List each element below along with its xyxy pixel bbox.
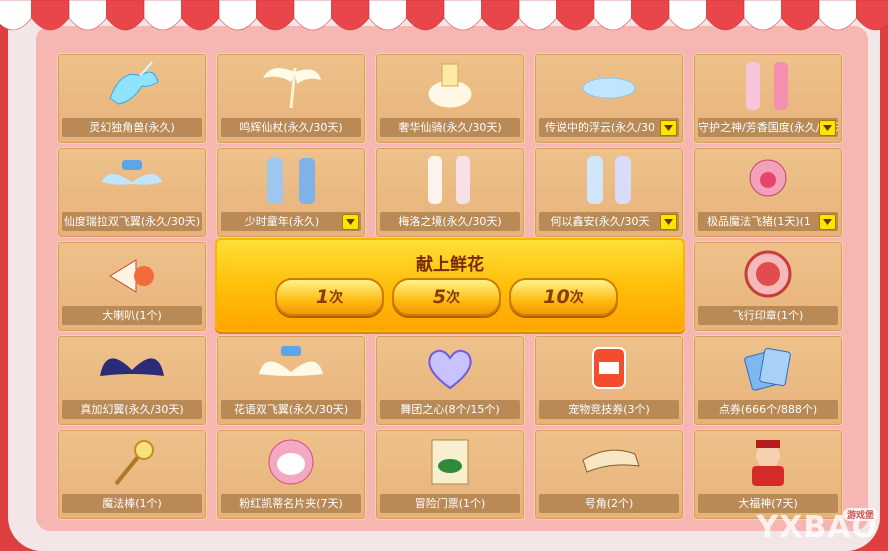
reward-item-label: 宠物竞技券(3个): [539, 400, 679, 419]
winged-staff-icon: [217, 54, 365, 118]
reward-item-label: 仙度瑞拉双飞翼(永久/30天): [62, 212, 202, 231]
reward-item-20[interactable]: 号角(2个): [534, 429, 684, 520]
blue-dress-outfit-icon: [535, 148, 683, 212]
reward-item-label: 冒险门票(1个): [380, 494, 520, 513]
reward-item-label: 号角(2个): [539, 494, 679, 513]
reward-item-21[interactable]: 大福神(7天): [693, 429, 843, 520]
reward-item-3[interactable]: 传说中的浮云(永久/30: [534, 53, 684, 144]
button-unit: 次: [446, 290, 461, 306]
outfit-set-icon: [694, 54, 842, 118]
button-count: 1: [315, 286, 330, 308]
reward-item-label: 守护之神/芳香国度(永久/30天): [698, 118, 838, 137]
chevron-down-icon[interactable]: [819, 214, 836, 230]
chevron-down-icon[interactable]: [660, 120, 677, 136]
reward-item-18[interactable]: 粉红凯蒂名片夹(7天): [216, 429, 366, 520]
awning-decoration: [0, 0, 888, 31]
offer-10-times-button[interactable]: 10 次: [509, 278, 618, 316]
reward-item-2[interactable]: 奢华仙骑(永久/30天): [375, 53, 525, 144]
button-unit: 次: [329, 290, 344, 306]
reward-item-16[interactable]: 点券(666个/888个): [693, 335, 843, 426]
chevron-down-icon[interactable]: [342, 214, 359, 230]
reward-item-1[interactable]: 鸣辉仙杖(永久/30天): [216, 53, 366, 144]
watermark-tag: 游戏堡: [842, 508, 878, 521]
reward-item-label: 奢华仙骑(永久/30天): [380, 118, 520, 137]
reward-item-9[interactable]: 极品魔法飞猪(1天)(1: [693, 147, 843, 238]
reward-item-label: 灵幻独角兽(永久): [62, 118, 202, 137]
offer-1-time-button[interactable]: 1次: [275, 278, 384, 316]
double-wings-icon: [58, 148, 206, 212]
offer-5-times-button[interactable]: 5次: [392, 278, 501, 316]
offer-flowers-panel: 献上鲜花 1次 5次 10 次: [215, 238, 685, 332]
chevron-down-icon[interactable]: [660, 214, 677, 230]
reward-item-13[interactable]: 花语双飞翼(永久/30天): [216, 335, 366, 426]
reward-item-17[interactable]: 魔法棒(1个): [57, 429, 207, 520]
reward-item-6[interactable]: 少时童年(永久): [216, 147, 366, 238]
reward-item-label: 大喇叭(1个): [62, 306, 202, 325]
reward-item-label: 少时童年(永久): [221, 212, 361, 231]
reward-item-label: 极品魔法飞猪(1天)(1: [698, 212, 838, 231]
dark-wings-icon: [58, 336, 206, 400]
button-count: 5: [432, 286, 447, 308]
flower-wings-icon: [217, 336, 365, 400]
button-count: 10: [543, 286, 570, 308]
luxury-mount-icon: [376, 54, 524, 118]
reward-item-label: 飞行印章(1个): [698, 306, 838, 325]
magic-wand-icon: [58, 430, 206, 494]
floating-cloud-icon: [535, 54, 683, 118]
reward-item-label: 何以鑫安(永久/30天: [539, 212, 679, 231]
reward-item-label: 鸣辉仙杖(永久/30天): [221, 118, 361, 137]
fly-stamp-icon: [694, 242, 842, 306]
reward-item-label: 魔法棒(1个): [62, 494, 202, 513]
adventure-scroll-icon: [376, 430, 524, 494]
reward-item-19[interactable]: 冒险门票(1个): [375, 429, 525, 520]
reward-item-8[interactable]: 何以鑫安(永久/30天: [534, 147, 684, 238]
reward-item-11[interactable]: 飞行印章(1个): [693, 241, 843, 332]
reward-item-label: 真加幻翼(永久/30天): [62, 400, 202, 419]
reward-item-4[interactable]: 守护之神/芳香国度(永久/30天): [693, 53, 843, 144]
pk-ticket-icon: [535, 336, 683, 400]
horn-icon: [535, 430, 683, 494]
reward-item-5[interactable]: 仙度瑞拉双飞翼(永久/30天): [57, 147, 207, 238]
reward-item-12[interactable]: 真加幻翼(永久/30天): [57, 335, 207, 426]
reward-item-10[interactable]: 大喇叭(1个): [57, 241, 207, 332]
reward-item-0[interactable]: 灵幻独角兽(永久): [57, 53, 207, 144]
reward-item-7[interactable]: 梅洛之境(永久/30天): [375, 147, 525, 238]
fortune-god-icon: [694, 430, 842, 494]
reward-item-label: 传说中的浮云(永久/30: [539, 118, 679, 137]
megaphone-icon: [58, 242, 206, 306]
overalls-outfit-icon: [217, 148, 365, 212]
site-watermark: YXBAO 游戏堡: [757, 508, 878, 545]
reward-item-label: 粉红凯蒂名片夹(7天): [221, 494, 361, 513]
reward-item-15[interactable]: 宠物竞技券(3个): [534, 335, 684, 426]
offer-flowers-title: 献上鲜花: [416, 255, 484, 275]
reward-item-label: 点券(666个/888个): [698, 400, 838, 419]
coupon-tickets-icon: [694, 336, 842, 400]
unicorn-mount-icon: [58, 54, 206, 118]
reward-item-label: 舞团之心(8个/15个): [380, 400, 520, 419]
white-suit-outfit-icon: [376, 148, 524, 212]
hello-kitty-card-icon: [217, 430, 365, 494]
magic-pig-orb-icon: [694, 148, 842, 212]
reward-item-label: 花语双飞翼(永久/30天): [221, 400, 361, 419]
button-unit: 次: [569, 290, 584, 306]
chevron-down-icon[interactable]: [819, 120, 836, 136]
crystal-heart-icon: [376, 336, 524, 400]
reward-item-label: 梅洛之境(永久/30天): [380, 212, 520, 231]
reward-item-14[interactable]: 舞团之心(8个/15个): [375, 335, 525, 426]
